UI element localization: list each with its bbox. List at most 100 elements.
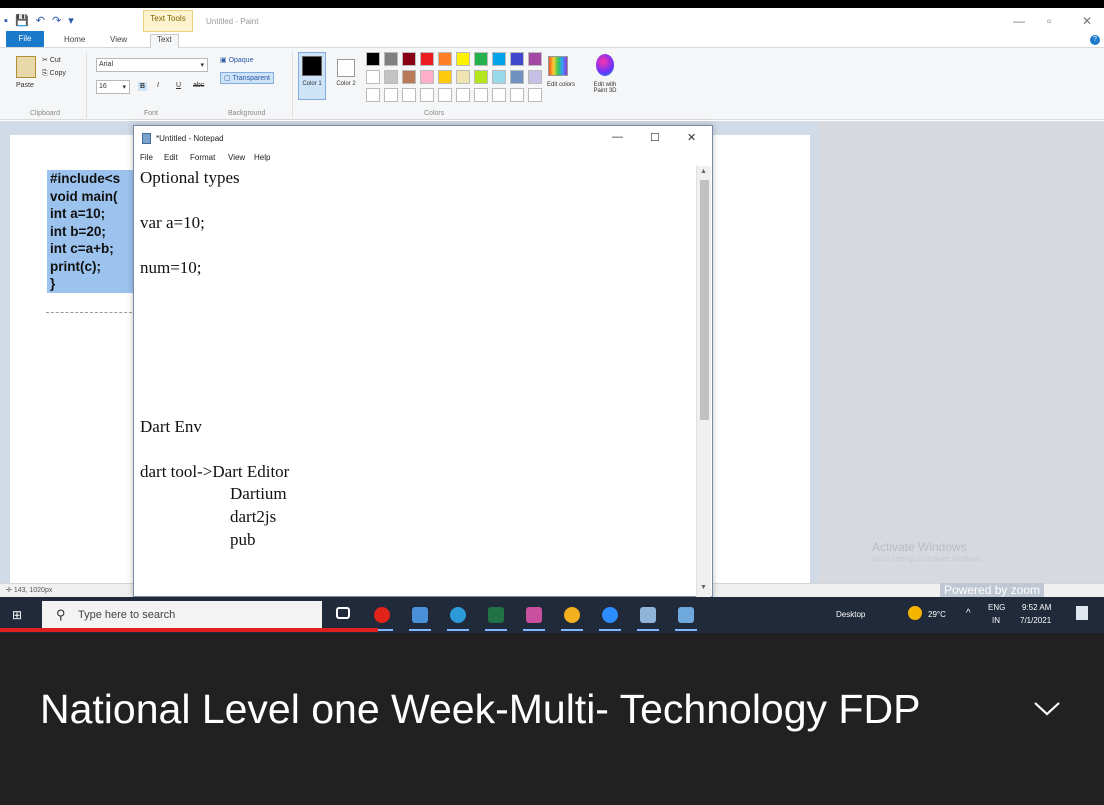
- paint-3d-icon[interactable]: [526, 607, 542, 623]
- color-swatch[interactable]: [384, 52, 398, 66]
- color-swatch[interactable]: [474, 88, 488, 102]
- color-swatch[interactable]: [438, 88, 452, 102]
- paint-canvas-gutter: [818, 121, 1104, 583]
- font-group-label: Font: [144, 110, 159, 117]
- cut-button[interactable]: ✂ Cut: [42, 56, 61, 64]
- notepad-menu-view[interactable]: View: [228, 153, 245, 162]
- edit-with-paint3d-button[interactable]: Edit with Paint 3D: [586, 82, 624, 94]
- color-swatch[interactable]: [402, 70, 416, 84]
- minimize-icon[interactable]: —: [1013, 14, 1025, 28]
- notepad-scrollbar[interactable]: ▲ ▼: [696, 166, 711, 597]
- quick-access-toolbar[interactable]: ▪ 💾 ↶ ↷ ▾: [4, 14, 76, 27]
- task-view-icon[interactable]: [336, 607, 350, 619]
- notepad-menu-format[interactable]: Format: [190, 153, 215, 162]
- notepad-window[interactable]: *Untitled - Notepad — ☐ ✕ File Edit Form…: [133, 125, 713, 597]
- color-swatch[interactable]: [366, 52, 380, 66]
- underline-button[interactable]: U: [176, 82, 181, 89]
- desktop-toolbar[interactable]: Desktop: [836, 610, 865, 619]
- color-swatch[interactable]: [402, 52, 416, 66]
- italic-button[interactable]: I: [157, 82, 159, 89]
- color-swatch[interactable]: [420, 88, 434, 102]
- color-swatch[interactable]: [492, 70, 506, 84]
- color-swatch[interactable]: [420, 52, 434, 66]
- chrome-icon[interactable]: [564, 607, 580, 623]
- windows-start-icon[interactable]: ⊞: [12, 609, 24, 621]
- clock-time[interactable]: 9:52 AM: [1022, 603, 1051, 612]
- color1-button[interactable]: Color 1: [298, 52, 326, 100]
- notepad-maximize-icon[interactable]: ☐: [650, 131, 660, 144]
- paint-brush-icon[interactable]: [640, 607, 656, 623]
- video-progress-bar[interactable]: [0, 628, 378, 632]
- edge-icon[interactable]: [450, 607, 466, 623]
- tab-view[interactable]: View: [110, 35, 127, 44]
- scroll-thumb[interactable]: [700, 180, 709, 420]
- close-icon[interactable]: ✕: [1082, 14, 1092, 28]
- color-swatch[interactable]: [438, 70, 452, 84]
- notepad-line: dart2js: [230, 507, 277, 526]
- notification-icon[interactable]: [1076, 606, 1088, 620]
- canvas-text-selection[interactable]: #include<s void main(int a=10; int b=20; in…: [47, 170, 137, 293]
- scroll-up-icon[interactable]: ▲: [700, 168, 707, 175]
- chevron-down-icon[interactable]: [1027, 693, 1067, 723]
- notepad-minimize-icon[interactable]: —: [612, 131, 623, 143]
- scroll-down-icon[interactable]: ▼: [700, 584, 707, 591]
- color-swatch[interactable]: [528, 88, 542, 102]
- zoom-icon[interactable]: [602, 607, 618, 623]
- notepad-menu-edit[interactable]: Edit: [164, 153, 178, 162]
- paint3d-icon[interactable]: [596, 54, 614, 76]
- color-swatch[interactable]: [384, 88, 398, 102]
- color-swatch[interactable]: [366, 88, 380, 102]
- bold-button[interactable]: B: [138, 82, 148, 91]
- color-swatch[interactable]: [510, 70, 524, 84]
- tab-home[interactable]: Home: [64, 35, 85, 44]
- opaque-button[interactable]: ▣ Opaque: [220, 56, 253, 64]
- color-swatch[interactable]: [438, 52, 452, 66]
- language-bottom[interactable]: IN: [992, 616, 1000, 625]
- paste-button[interactable]: Paste: [16, 82, 34, 89]
- font-size-select[interactable]: 16 ▾: [96, 80, 130, 94]
- color-swatch[interactable]: [492, 52, 506, 66]
- notepad-text-area[interactable]: Optional types var a=10; num=10; Dart Env da…: [140, 168, 690, 596]
- chevron-up-icon[interactable]: ^: [966, 608, 971, 619]
- language-top[interactable]: ENG: [988, 603, 1005, 612]
- color-swatch[interactable]: [456, 88, 470, 102]
- color-swatch[interactable]: [366, 70, 380, 84]
- notepad-close-icon[interactable]: ✕: [687, 131, 696, 144]
- notepad-menu-help[interactable]: Help: [254, 153, 270, 162]
- color-swatch[interactable]: [510, 52, 524, 66]
- color-swatch[interactable]: [528, 70, 542, 84]
- color-swatch[interactable]: [384, 70, 398, 84]
- transparent-button[interactable]: ▢ Transparent: [220, 72, 274, 84]
- paste-icon[interactable]: [16, 56, 36, 78]
- color-swatch[interactable]: [456, 52, 470, 66]
- paint-ribbon-tabs: File Home View Text ?: [0, 31, 1104, 48]
- font-family-select[interactable]: Arial ▾: [96, 58, 208, 72]
- color-swatch[interactable]: [456, 70, 470, 84]
- edit-colors-button[interactable]: Edit colors: [546, 82, 576, 88]
- color2-button[interactable]: Color 2: [332, 52, 360, 100]
- color-swatch[interactable]: [402, 88, 416, 102]
- copy-button[interactable]: ⎘ Copy: [42, 70, 66, 78]
- notepad-icon[interactable]: [678, 607, 694, 623]
- excel-icon[interactable]: [488, 607, 504, 623]
- color-swatch[interactable]: [528, 52, 542, 66]
- opera-icon[interactable]: [374, 607, 390, 623]
- edit-colors-icon[interactable]: [548, 56, 568, 76]
- taskbar-search-input[interactable]: ⚲ Type here to search: [42, 601, 322, 629]
- tab-text[interactable]: Text: [150, 34, 179, 48]
- notepad-menu-file[interactable]: File: [140, 153, 153, 162]
- color-swatch[interactable]: [474, 52, 488, 66]
- color-swatch[interactable]: [510, 88, 524, 102]
- weather-icon[interactable]: [908, 606, 922, 620]
- color-swatch[interactable]: [492, 88, 506, 102]
- color-swatch[interactable]: [474, 70, 488, 84]
- running-indicator: [561, 629, 583, 631]
- help-icon[interactable]: ?: [1090, 35, 1100, 45]
- color-swatch[interactable]: [420, 70, 434, 84]
- photos-icon[interactable]: [412, 607, 428, 623]
- clock-date[interactable]: 7/1/2021: [1020, 616, 1051, 625]
- temperature[interactable]: 29°C: [928, 610, 946, 619]
- strikethrough-button[interactable]: abc: [193, 82, 204, 89]
- tab-file[interactable]: File: [6, 31, 44, 47]
- maximize-icon[interactable]: ▫: [1047, 14, 1051, 28]
